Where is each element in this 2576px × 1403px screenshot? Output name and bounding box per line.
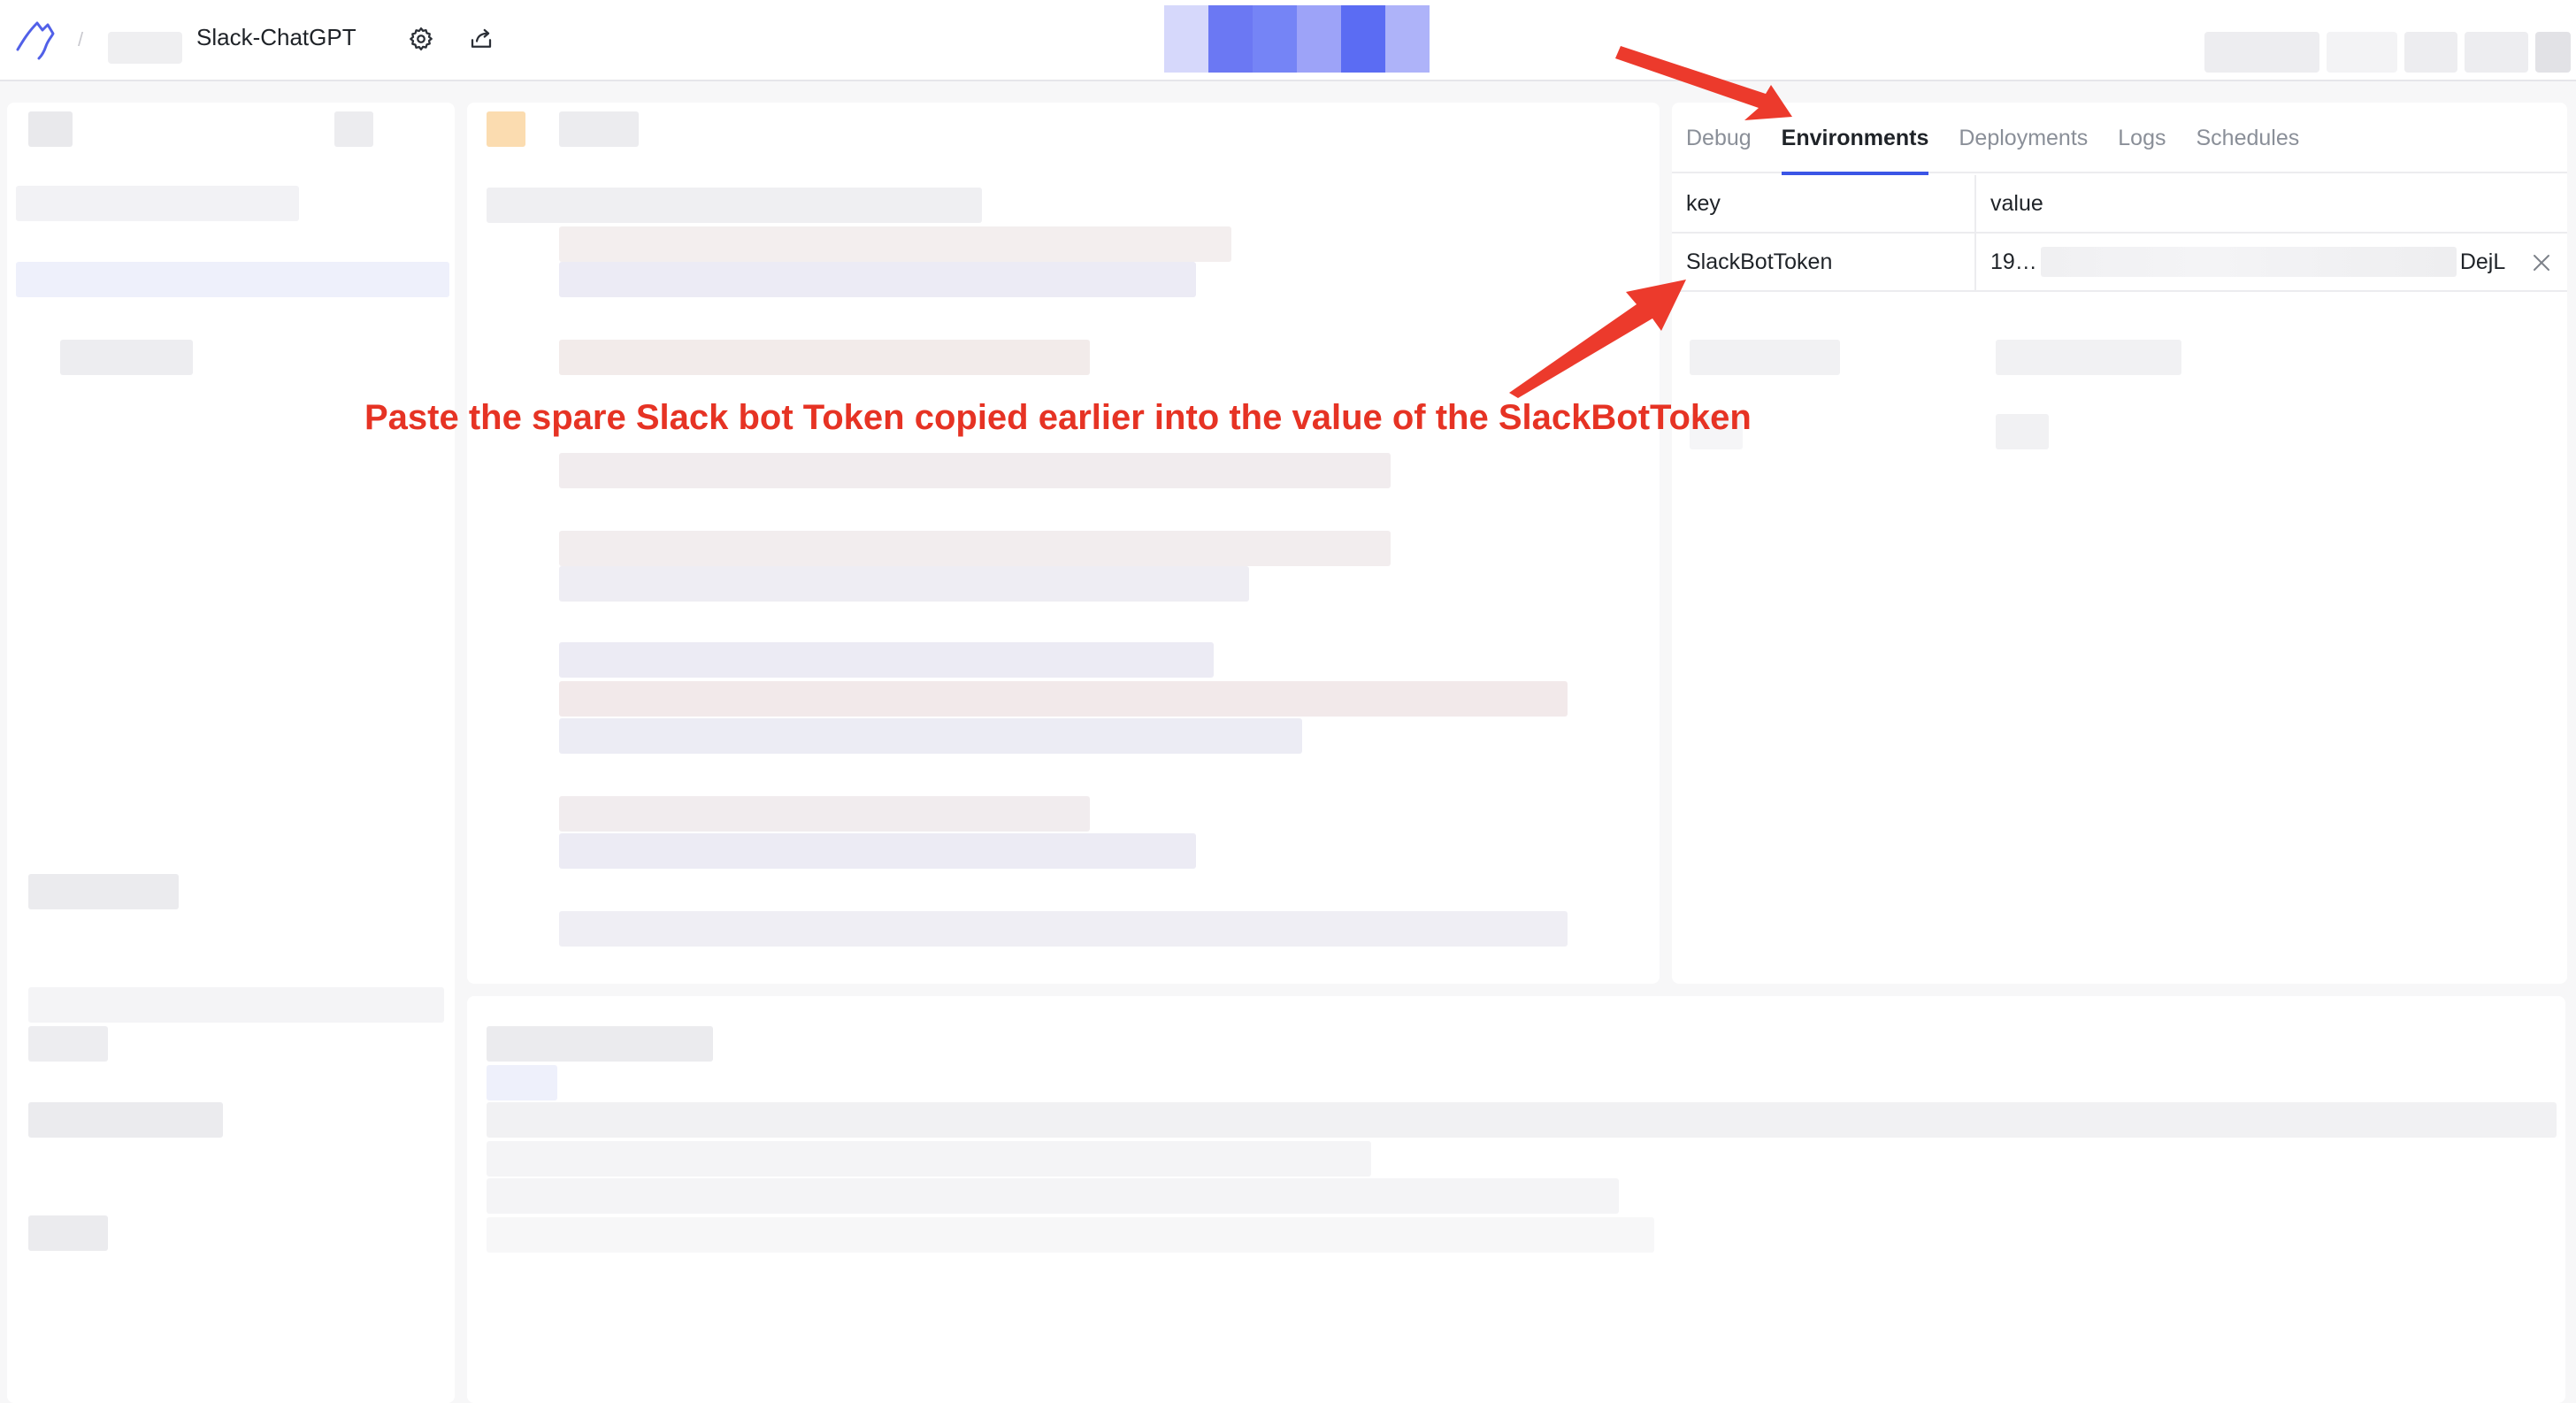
table-row: SlackBotToken 19… DejL [1672,234,2567,292]
remove-row-close-icon[interactable] [2526,248,2557,278]
column-header-value: value [1990,190,2043,216]
tab-schedules[interactable]: Schedules [2196,103,2300,173]
share-export-icon[interactable] [464,21,499,57]
environment-variables-table: key value SlackBotToken 19… DejL [1672,175,2567,449]
top-right-redacted-controls[interactable] [2204,32,2571,73]
env-value-start: 19… [1990,249,2037,274]
project-title[interactable]: Slack-ChatGPT [196,24,356,51]
panel-tabs: Debug Environments Deployments Logs Sche… [1672,103,2567,175]
top-bar: / Slack-ChatGPT [0,0,2576,81]
tab-environments[interactable]: Environments [1781,103,1928,175]
blurred-row-key [1690,340,1840,375]
blurred-row-value [1996,340,2181,375]
env-value-redacted [2040,247,2457,277]
tab-deployments[interactable]: Deployments [1959,103,2088,173]
breadcrumb-separator: / [78,28,84,50]
blurred-row-value-2 [1996,414,2049,449]
settings-gear-icon[interactable] [403,21,439,57]
table-header-row: key value [1672,175,2567,234]
env-value-input[interactable]: 19… DejL [1976,234,2567,290]
top-center-redacted-control[interactable] [1164,5,1430,73]
tab-logs[interactable]: Logs [2118,103,2166,173]
column-header-key: key [1672,175,1976,232]
left-sidebar-redacted [7,103,455,1403]
environments-panel: Debug Environments Deployments Logs Sche… [1672,103,2567,984]
env-value-field[interactable]: 19… DejL [1990,234,2567,290]
breadcrumb-workspace-redacted[interactable] [108,32,182,64]
annotation-instruction: Paste the spare Slack bot Token copied e… [364,398,1752,437]
app-logo-icon[interactable] [12,14,62,64]
env-key-input[interactable]: SlackBotToken [1672,234,1976,290]
screen: / Slack-ChatGPT Debug Environments Deplo… [0,0,2576,1403]
code-editor-redacted [467,103,1660,984]
env-value-end: DejL [2459,249,2506,274]
console-output-redacted [467,996,2565,1403]
tab-debug[interactable]: Debug [1686,103,1752,173]
